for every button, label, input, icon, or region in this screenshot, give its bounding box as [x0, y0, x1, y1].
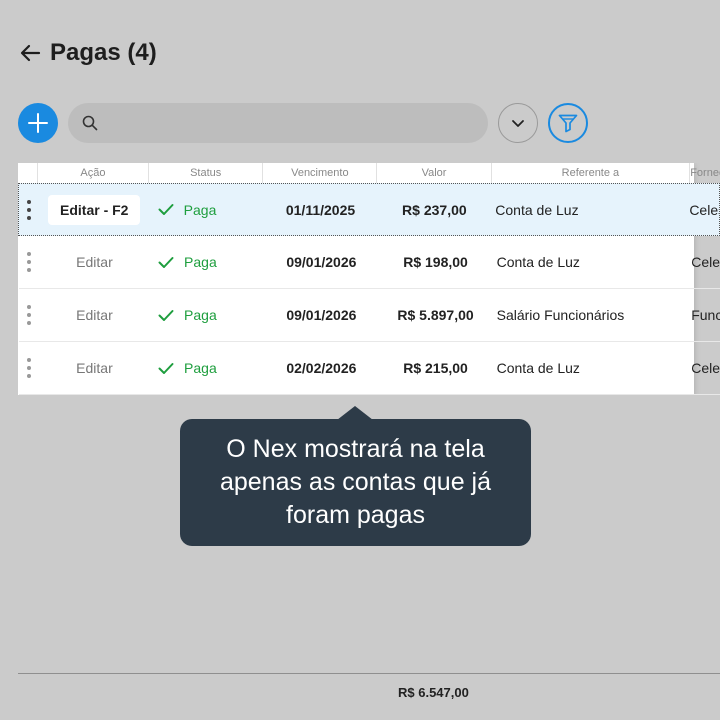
- supplier: Celesc: [691, 254, 720, 270]
- check-icon: [158, 361, 176, 375]
- due-date: 09/01/2026: [286, 254, 357, 270]
- column-header-referente[interactable]: Referente a: [492, 163, 691, 183]
- supplier: Celesc: [691, 360, 720, 376]
- column-header-acao[interactable]: Ação: [38, 163, 150, 183]
- add-button[interactable]: [18, 103, 58, 143]
- page-title: Pagas (4): [50, 39, 157, 66]
- reference: Salário Funcionários: [496, 307, 625, 323]
- status-label: Paga: [184, 254, 217, 270]
- table-row[interactable]: Editar Paga 02/02/2026 R$ 215,00 Conta d…: [19, 342, 720, 395]
- tooltip-text: O Nex mostrará na tela apenas as contas …: [219, 435, 492, 529]
- chevron-down-icon: [512, 120, 524, 127]
- amount: R$ 237,00: [402, 201, 467, 218]
- search-bar[interactable]: [68, 103, 488, 143]
- dropdown-button[interactable]: [498, 103, 538, 143]
- amount: R$ 198,00: [403, 254, 468, 270]
- table-header: Ação Status Vencimento Valor Referente a…: [18, 163, 720, 183]
- due-date: 09/01/2026: [286, 307, 357, 323]
- due-date: 01/11/2025: [285, 201, 356, 218]
- tooltip: O Nex mostrará na tela apenas as contas …: [180, 419, 531, 546]
- search-input[interactable]: [106, 114, 488, 132]
- due-date: 02/02/2026: [286, 360, 357, 376]
- supplier: Celesc: [689, 201, 719, 218]
- column-header-fornecedor[interactable]: Fornecedor: [690, 163, 720, 183]
- vertical-dots-icon[interactable]: [26, 199, 31, 220]
- supplier: Funcionários: [691, 307, 720, 323]
- reference: Conta de Luz: [496, 254, 580, 270]
- toolbar: [18, 103, 598, 143]
- column-header-vencimento[interactable]: Vencimento: [263, 163, 378, 183]
- amount: R$ 5.897,00: [397, 307, 474, 323]
- footer-divider: [18, 673, 720, 674]
- edit-button[interactable]: Editar: [66, 354, 123, 382]
- table-row[interactable]: Editar - F2 Paga 01/11/2025 R$ 237,00 Co…: [18, 183, 720, 236]
- edit-button[interactable]: Editar: [66, 301, 123, 329]
- table-row[interactable]: Editar Paga 09/01/2026 R$ 5.897,00 Salár…: [19, 289, 720, 342]
- status-label: Paga: [184, 360, 217, 376]
- reference: Conta de Luz: [495, 201, 579, 218]
- tooltip-arrow: [337, 406, 373, 420]
- status-label: Paga: [184, 307, 217, 323]
- search-icon: [82, 115, 98, 131]
- back-arrow-icon[interactable]: [18, 41, 42, 65]
- check-icon: [158, 203, 176, 217]
- column-header-status[interactable]: Status: [149, 163, 264, 183]
- footer-total: R$ 6.547,00: [398, 685, 469, 700]
- column-header-menu: [18, 163, 38, 183]
- edit-button[interactable]: Editar - F2: [48, 194, 141, 225]
- table-row[interactable]: Editar Paga 09/01/2026 R$ 198,00 Conta d…: [19, 236, 720, 289]
- reference: Conta de Luz: [496, 360, 580, 376]
- column-header-valor[interactable]: Valor: [377, 163, 492, 183]
- page-header: Pagas (4): [18, 36, 157, 70]
- check-icon: [158, 255, 176, 269]
- vertical-dots-icon[interactable]: [26, 252, 31, 272]
- check-icon: [158, 308, 176, 322]
- vertical-dots-icon[interactable]: [26, 358, 31, 378]
- plus-icon: [28, 113, 48, 133]
- edit-button[interactable]: Editar: [66, 248, 123, 276]
- amount: R$ 215,00: [403, 360, 468, 376]
- status-label: Paga: [183, 201, 217, 218]
- vertical-dots-icon[interactable]: [26, 305, 31, 325]
- filter-icon: [558, 114, 578, 133]
- filter-button[interactable]: [548, 103, 588, 143]
- accounts-table: Ação Status Vencimento Valor Referente a…: [18, 163, 720, 395]
